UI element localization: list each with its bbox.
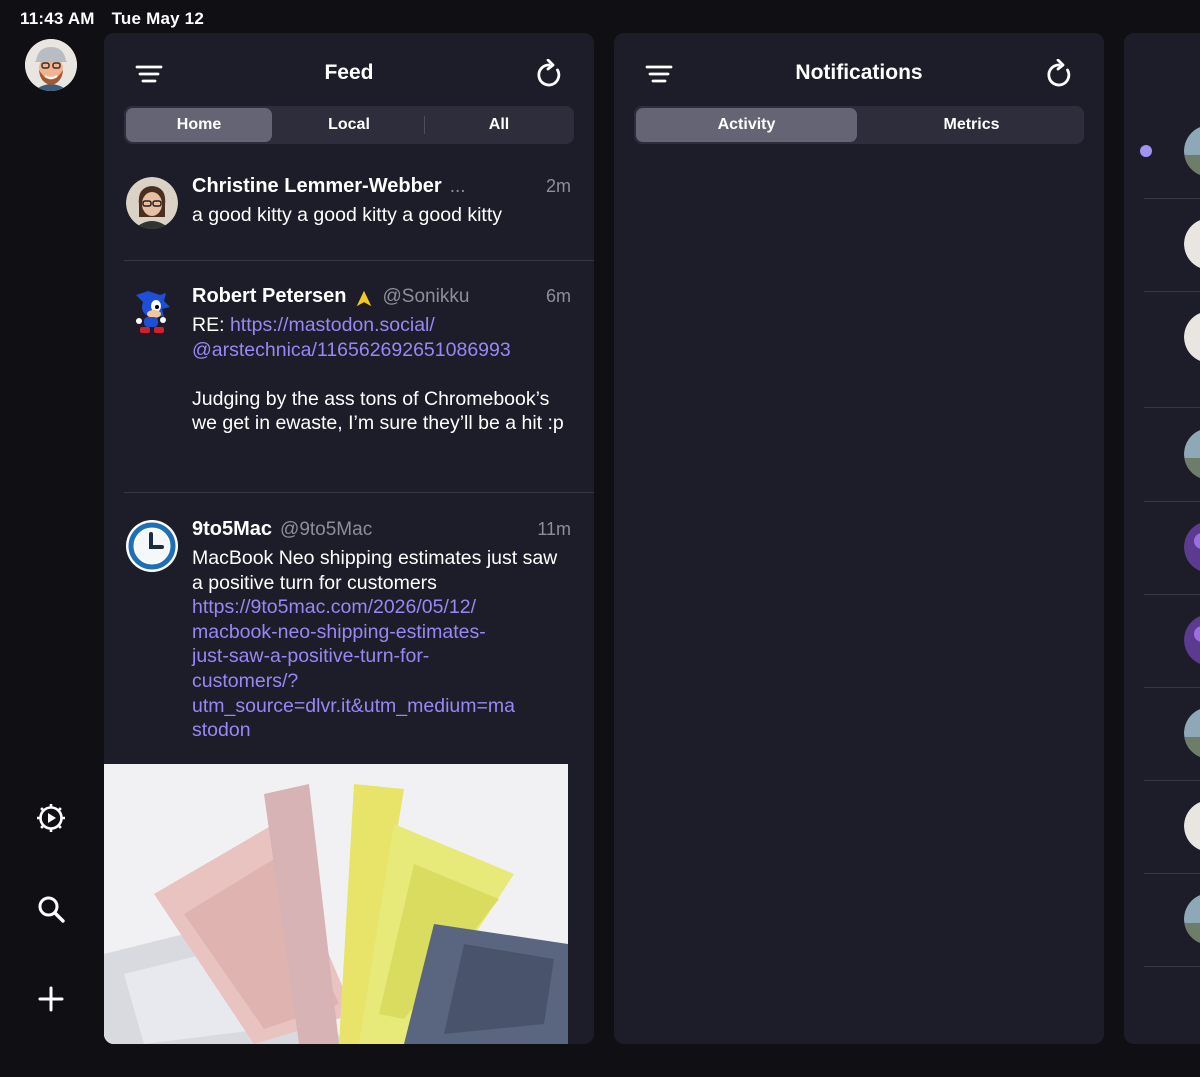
feed-segmented-control: Home Local All (124, 106, 574, 144)
list-item[interactable] (1144, 105, 1200, 199)
avatar[interactable] (1184, 707, 1200, 759)
list-item[interactable] (1144, 780, 1200, 874)
tab-all[interactable]: All (424, 108, 572, 142)
avatar[interactable] (1184, 311, 1200, 363)
avatar[interactable] (1184, 428, 1200, 480)
list-item[interactable] (1144, 291, 1200, 408)
search-button[interactable] (30, 888, 72, 930)
divider (124, 260, 594, 261)
post-link[interactable]: @arstechnica/116562692651086993 (192, 339, 511, 361)
post-text: MacBook Neo shipping estimates just saw … (192, 547, 558, 594)
notifications-header: Notifications (614, 33, 1104, 113)
notifications-refresh-button[interactable] (1042, 57, 1076, 91)
avatar[interactable] (1184, 614, 1200, 666)
avatar[interactable] (1184, 800, 1200, 852)
list-item[interactable] (1144, 408, 1200, 502)
post-author-handle: ... (449, 176, 466, 197)
list-item[interactable] (1144, 198, 1200, 292)
tab-home[interactable]: Home (126, 108, 272, 142)
post-author-name: 9to5Mac (192, 518, 273, 540)
post-media-image[interactable] (104, 764, 568, 1044)
avatar[interactable] (126, 177, 178, 229)
plus-icon (38, 986, 64, 1012)
gear-icon (37, 804, 65, 832)
tab-activity[interactable]: Activity (636, 108, 857, 142)
refresh-icon (1047, 59, 1071, 87)
post-link[interactable]: https://9to5mac.com/2026/05/12/ macbook-… (192, 595, 571, 743)
post-time: 2m (545, 176, 571, 196)
tab-local[interactable]: Local (276, 108, 422, 142)
post-text: Judging by the ass tons of Chromebook’s … (192, 387, 564, 435)
starfleet-badge-icon (352, 288, 375, 310)
avatar[interactable] (1184, 521, 1200, 573)
status-date: Tue May 12 (111, 9, 204, 28)
feed-column: Feed Home Local All Christine Lemmer-Web… (104, 33, 594, 1044)
feed-header: Feed (104, 33, 594, 113)
post-link[interactable]: https://mastodon.social/ (230, 314, 435, 336)
post-author-name: Christine Lemmer-Webber (192, 175, 442, 197)
list-item[interactable] (1144, 501, 1200, 595)
list-item[interactable] (1144, 873, 1200, 967)
settings-button[interactable] (30, 797, 72, 839)
status-bar: 11:43 AM Tue May 12 (20, 9, 204, 29)
avatar[interactable] (1184, 125, 1200, 177)
list-item[interactable] (1144, 594, 1200, 688)
divider (124, 492, 594, 493)
post-time: 11m (537, 519, 571, 539)
avatar[interactable] (1184, 893, 1200, 945)
avatar[interactable] (126, 287, 178, 339)
avatar[interactable] (126, 520, 178, 572)
notifications-column: Notifications Activity Metrics (614, 33, 1104, 1044)
post-text: a good kitty a good kitty a good kitty (192, 204, 503, 226)
avatar[interactable] (1184, 218, 1200, 270)
refresh-icon (537, 59, 561, 87)
post-time: 6m (545, 286, 571, 306)
compose-button[interactable] (30, 978, 72, 1020)
reply-prefix: RE: (192, 314, 230, 336)
tab-metrics[interactable]: Metrics (861, 108, 1082, 142)
notifications-title: Notifications (795, 61, 923, 84)
post-author-handle: @Sonikku (382, 286, 470, 307)
profile-avatar[interactable] (25, 39, 77, 91)
post-author-handle: @9to5Mac (280, 519, 373, 540)
feed-refresh-button[interactable] (532, 57, 566, 91)
notifications-segmented-control: Activity Metrics (634, 106, 1084, 144)
post-author-name: Robert Petersen (192, 285, 347, 307)
third-column (1124, 33, 1200, 1044)
search-icon (38, 896, 65, 923)
feed-title: Feed (324, 61, 374, 84)
list-item[interactable] (1144, 687, 1200, 781)
status-time: 11:43 AM (20, 9, 95, 28)
post-text: RE: https://mastodon.social/ @arstechnic… (192, 313, 571, 362)
